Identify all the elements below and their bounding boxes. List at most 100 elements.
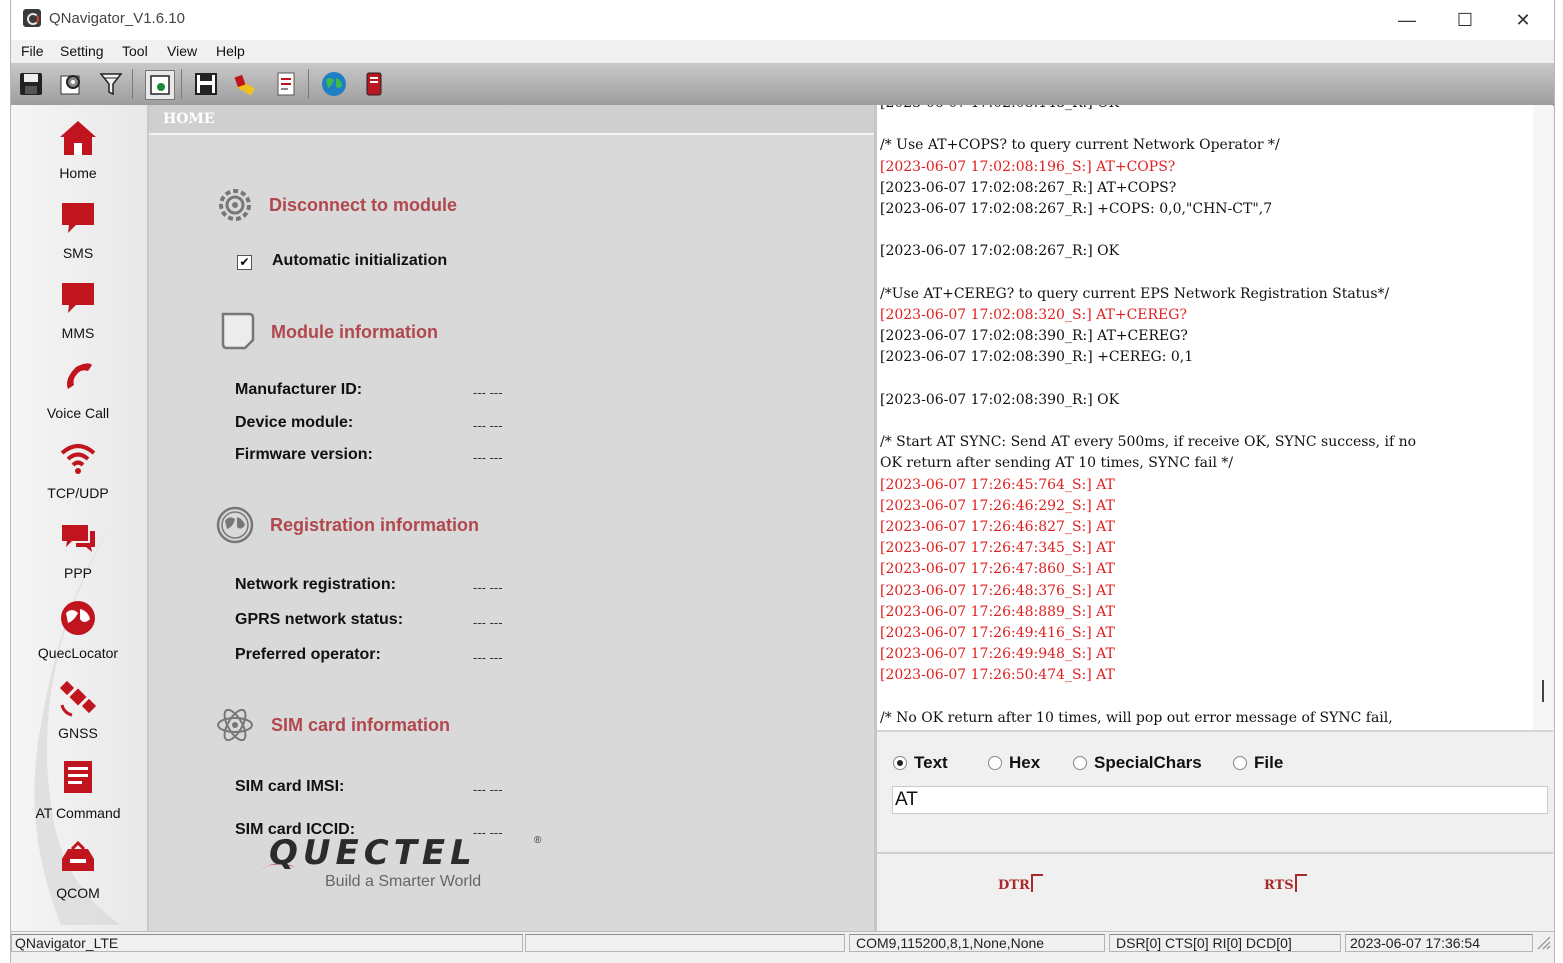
radio-file-label[interactable]: File bbox=[1254, 753, 1283, 773]
module-info-title: Module information bbox=[271, 322, 438, 342]
sidebar-item-queclocator[interactable]: QuecLocator bbox=[11, 585, 145, 665]
manufacturer-id-value: --- --- bbox=[473, 385, 503, 400]
log-scrollbar-thumb[interactable] bbox=[1542, 680, 1544, 702]
title-bar: QNavigator_V1.6.10 — ☐ ✕ bbox=[11, 0, 1554, 40]
status-signals: DSR[0] CTS[0] RI[0] DCD[0] bbox=[1109, 934, 1341, 952]
sidebar-item-ppp[interactable]: PPP bbox=[11, 505, 145, 585]
radio-file[interactable] bbox=[1233, 756, 1247, 770]
radio-specialchars-label[interactable]: SpecialChars bbox=[1094, 753, 1202, 773]
log-scrollbar[interactable] bbox=[1533, 105, 1553, 730]
filter-icon[interactable] bbox=[97, 70, 125, 98]
dtr-toggle[interactable]: DTR bbox=[998, 874, 1043, 893]
document-icon bbox=[64, 761, 92, 793]
toolbar-separator bbox=[132, 69, 133, 99]
sidebar-item-at-command[interactable]: AT Command bbox=[11, 745, 145, 825]
status-app-name: QNavigator_LTE bbox=[11, 934, 523, 952]
status-bar: QNavigator_LTE COM9,115200,8,1,None,None… bbox=[11, 931, 1554, 954]
menu-file[interactable]: File bbox=[21, 43, 44, 59]
rts-toggle[interactable]: RTS bbox=[1264, 874, 1307, 893]
log-line: /* Start AT SYNC: Send AT every 500ms, i… bbox=[880, 434, 1417, 451]
firmware-version-value: --- --- bbox=[473, 450, 503, 465]
save-icon[interactable] bbox=[17, 70, 45, 98]
rts-label: RTS bbox=[1264, 878, 1294, 893]
sidebar-item-gnss[interactable]: GNSS bbox=[11, 665, 145, 745]
connect-title[interactable]: Disconnect to module bbox=[269, 195, 457, 216]
preferred-operator-value: --- --- bbox=[473, 650, 503, 665]
sidebar-item-label: MMS bbox=[61, 325, 95, 341]
log-line: [2023-06-07 17:02:08:390_R:] OK bbox=[880, 391, 1120, 408]
manual-icon[interactable] bbox=[360, 70, 388, 98]
log-line: [2023-06-07 17:26:45:764_S:] AT bbox=[880, 476, 1115, 493]
sidebar-item-voice-call[interactable]: Voice Call bbox=[11, 345, 145, 425]
log-output[interactable]: [2023-06-07 17:02:08:148_R:] OK /* Use AT… bbox=[877, 105, 1533, 730]
auto-init-checkbox[interactable]: ✔ bbox=[237, 255, 252, 270]
status-datetime: 2023-06-07 17:36:54 bbox=[1345, 934, 1533, 952]
sidebar-item-qcom[interactable]: QCOM bbox=[11, 825, 145, 905]
radio-text[interactable] bbox=[893, 756, 907, 770]
log-line: [2023-06-07 17:26:49:416_S:] AT bbox=[880, 625, 1115, 641]
log-line: [2023-06-07 17:02:08:267_R:] AT+COPS? bbox=[880, 179, 1177, 196]
menu-view[interactable]: View bbox=[167, 43, 197, 59]
window-title: QNavigator_V1.6.10 bbox=[49, 10, 185, 27]
globe-icon[interactable] bbox=[320, 70, 348, 98]
log-line: [2023-06-07 17:02:08:267_R:] +COPS: 0,0,… bbox=[880, 201, 1273, 217]
resize-grip-icon[interactable] bbox=[1537, 936, 1551, 950]
quectel-slogan: Build a Smarter World bbox=[325, 873, 482, 890]
sidebar-item-label: QuecLocator bbox=[37, 645, 119, 661]
sidebar-item-home[interactable]: Home bbox=[11, 105, 145, 185]
maximize-button[interactable]: ☐ bbox=[1442, 6, 1488, 34]
app-window: QNavigator_V1.6.10 — ☐ ✕ File Setting To… bbox=[10, 0, 1555, 963]
auto-init-label: Automatic initialization bbox=[272, 252, 448, 269]
menu-setting[interactable]: Setting bbox=[60, 43, 104, 59]
new-tab-icon[interactable] bbox=[145, 70, 175, 100]
radio-specialchars[interactable] bbox=[1073, 756, 1087, 770]
quectel-registered-mark: ® bbox=[534, 835, 542, 846]
settings-icon[interactable] bbox=[57, 70, 85, 98]
toolbar-separator bbox=[181, 69, 182, 99]
sim-imsi-value: --- --- bbox=[473, 782, 503, 797]
log-line: [2023-06-07 17:02:08:390_R:] +CEREG: 0,1 bbox=[880, 349, 1194, 366]
log-line: [2023-06-07 17:26:46:292_S:] AT bbox=[880, 497, 1115, 514]
log-line: [2023-06-07 17:02:08:196_S:] AT+COPS? bbox=[880, 158, 1176, 175]
tab-home[interactable]: HOME bbox=[149, 105, 874, 135]
chat-bubbles-icon bbox=[62, 525, 95, 552]
radio-text-label[interactable]: Text bbox=[914, 753, 948, 773]
log-line: [2023-06-07 17:26:49:948_S:] AT bbox=[880, 646, 1115, 663]
toolbar-separator bbox=[308, 69, 309, 99]
log-line: [2023-06-07 17:02:08:148_R:] OK bbox=[880, 105, 1119, 111]
home-panel: HOME Disconnect to module ✔ Automatic in… bbox=[149, 105, 877, 931]
sim-info-title: SIM card information bbox=[271, 715, 451, 735]
send-divider bbox=[877, 852, 1553, 854]
menu-help[interactable]: Help bbox=[216, 43, 245, 59]
satellite-icon bbox=[59, 680, 97, 717]
chat-bubble-icon bbox=[62, 203, 94, 233]
sidebar-item-sms[interactable]: SMS bbox=[11, 185, 145, 265]
menu-tool[interactable]: Tool bbox=[122, 43, 148, 59]
quectel-logo: QUECTEL ® Build a Smarter World bbox=[259, 833, 559, 893]
radio-hex[interactable] bbox=[988, 756, 1002, 770]
log-line: [2023-06-07 17:02:08:320_S:] AT+CEREG? bbox=[880, 307, 1187, 323]
save-log-icon[interactable] bbox=[192, 70, 220, 98]
app-logo-icon bbox=[23, 9, 41, 27]
radio-hex-label[interactable]: Hex bbox=[1009, 753, 1040, 773]
globe-icon bbox=[61, 601, 95, 635]
log-line: [2023-06-07 17:26:48:889_S:] AT bbox=[880, 603, 1115, 620]
sidebar-item-tcp-udp[interactable]: TCP/UDP bbox=[11, 425, 145, 505]
tab-home-label: HOME bbox=[163, 111, 215, 127]
sidebar-item-label: SMS bbox=[62, 245, 94, 261]
house-icon bbox=[60, 121, 96, 155]
toolbar bbox=[11, 63, 1554, 106]
sidebar-item-mms[interactable]: MMS bbox=[11, 265, 145, 345]
log-line: [2023-06-07 17:02:08:390_R:] AT+CEREG? bbox=[880, 328, 1188, 345]
minimize-button[interactable]: — bbox=[1384, 6, 1430, 34]
send-area: Text Hex SpecialChars File DTR RTS bbox=[877, 730, 1553, 932]
phone-icon bbox=[67, 363, 92, 389]
sidebar-item-label: Home bbox=[59, 165, 97, 181]
close-button[interactable]: ✕ bbox=[1500, 6, 1546, 34]
status-port-settings: COM9,115200,8,1,None,None bbox=[849, 934, 1105, 952]
sidebar-item-label: QCOM bbox=[56, 885, 100, 901]
sidebar-item-label: AT Command bbox=[35, 805, 121, 821]
send-input[interactable] bbox=[892, 786, 1548, 814]
clear-icon[interactable] bbox=[232, 70, 260, 98]
script-icon[interactable] bbox=[272, 70, 300, 98]
